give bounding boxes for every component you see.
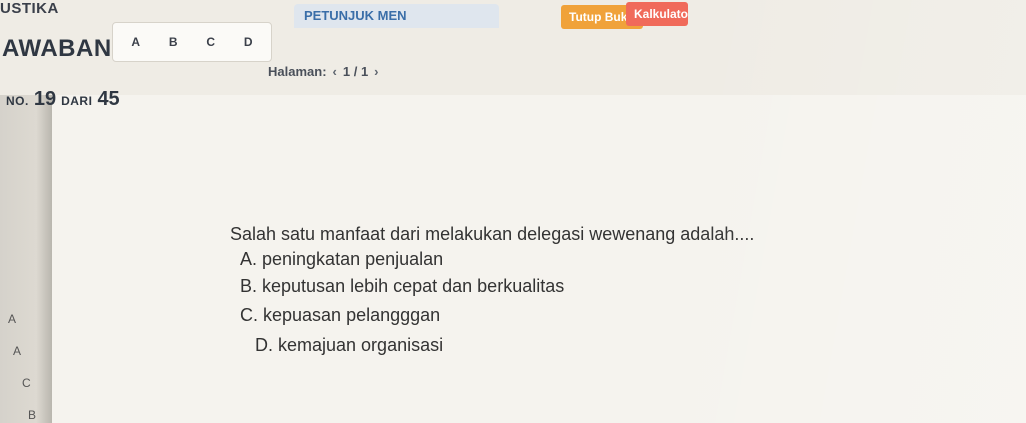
answer-tab-d[interactable]: D [240,33,257,51]
answer-tab-c[interactable]: C [202,33,219,51]
calculator-button[interactable]: Kalkulato [626,2,688,26]
pagination-label: Halaman: [268,64,327,79]
question-number-total: 45 [97,88,120,110]
left-panel-edge [0,95,52,423]
option-d[interactable]: D. kemajuan organisasi [255,335,443,356]
option-c[interactable]: C. kepuasan pelangggan [240,305,440,326]
tab-petunjuk[interactable]: PETUNJUK MEN [294,4,499,28]
app-title: USTIKA [0,0,59,17]
question-number-of: DARI [61,94,93,108]
question-number-current: 19 [33,88,57,110]
side-answer-1[interactable]: A [8,312,16,326]
answer-selector: A B C D [112,22,272,62]
answer-tab-b[interactable]: B [165,33,182,51]
option-b[interactable]: B. keputusan lebih cepat dan berkualitas [240,276,564,297]
option-a[interactable]: A. peningkatan penjualan [240,249,443,270]
question-text: Salah satu manfaat dari melakukan delega… [230,224,755,244]
page-indicator: 1 / 1 [342,64,369,79]
pagination: Halaman: ‹ 1 / 1 › [268,64,379,79]
prev-page-button[interactable]: ‹ [333,64,337,79]
question-number-prefix: NO. [6,94,29,108]
answer-tab-a[interactable]: A [127,33,144,51]
next-page-button[interactable]: › [374,64,378,79]
question-panel [52,95,1026,423]
side-answer-4[interactable]: B [28,408,36,422]
side-answer-2[interactable]: A [13,344,21,358]
answer-label: AWABAN: [2,35,121,62]
side-answer-3[interactable]: C [22,376,31,390]
question-number: NO. 19 DARI 45 [6,88,120,111]
